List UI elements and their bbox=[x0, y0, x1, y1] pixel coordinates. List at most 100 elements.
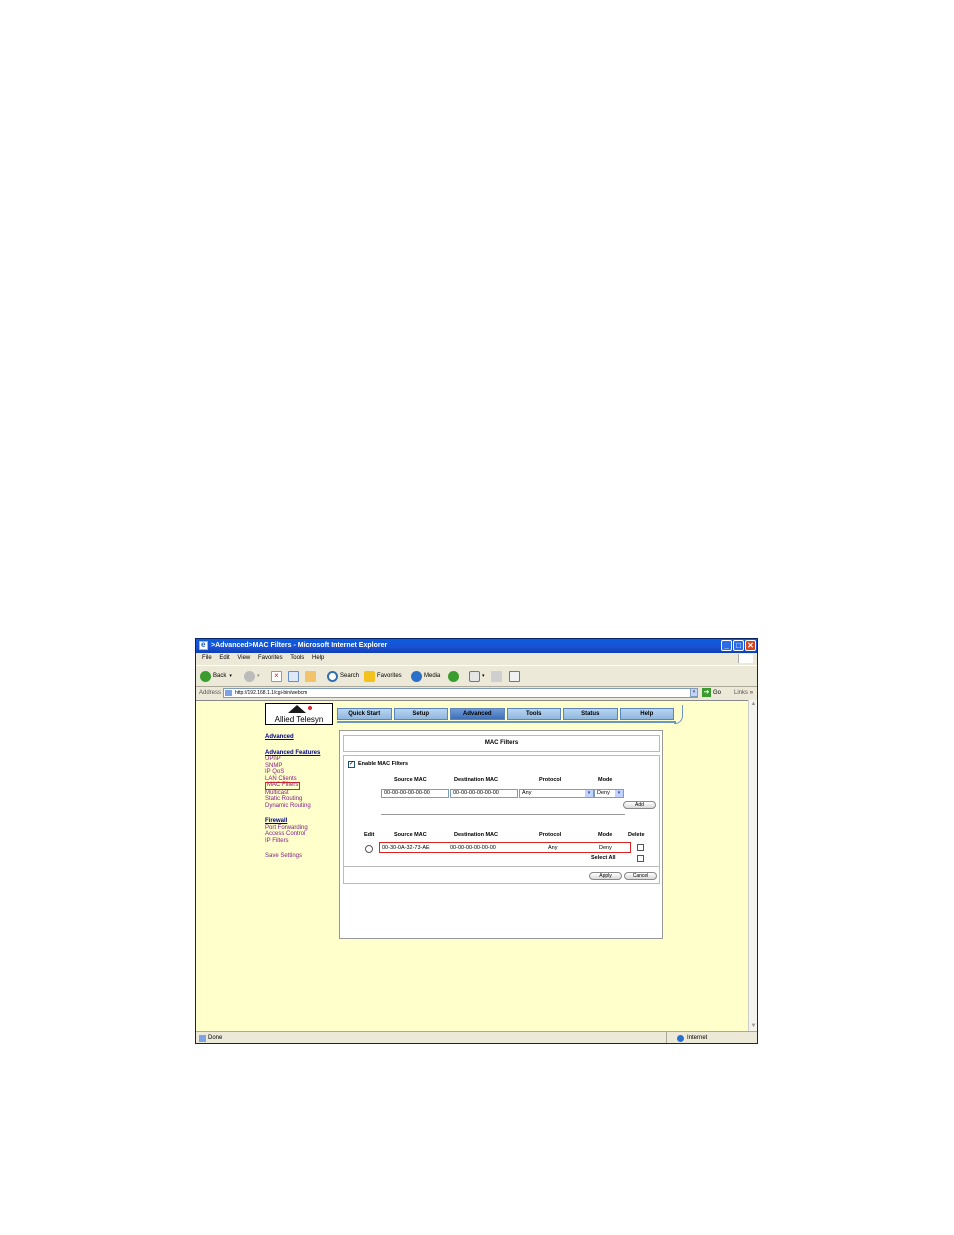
menu-edit[interactable]: Edit bbox=[219, 655, 229, 661]
mail-dropdown-icon[interactable]: ▾ bbox=[482, 669, 485, 683]
delete-row-checkbox[interactable] bbox=[637, 844, 644, 851]
select-all-checkbox[interactable] bbox=[637, 855, 644, 862]
table-header-edit: Edit bbox=[364, 832, 375, 838]
zone-text: Internet bbox=[687, 1035, 708, 1041]
links-button[interactable]: Links » bbox=[734, 687, 753, 699]
address-url: http://192.168.1.1/cgi-bin/webcm bbox=[235, 690, 308, 696]
go-button[interactable]: ➔ Go bbox=[702, 688, 721, 698]
table-header-delete: Delete bbox=[628, 832, 645, 838]
links-chevron-icon: » bbox=[749, 690, 754, 696]
menu-bar: File Edit View Favorites Tools Help bbox=[196, 653, 757, 664]
back-arrow-icon bbox=[200, 670, 211, 682]
protocol-select-value: Any bbox=[522, 790, 532, 796]
form-header-destination: Destination MAC bbox=[454, 777, 498, 783]
menu-help[interactable]: Help bbox=[312, 655, 324, 661]
nav-tabs: Quick Start Setup Advanced Tools Status … bbox=[337, 708, 676, 723]
panel-body: ✓ Enable MAC Filters Source MAC Destinat… bbox=[343, 755, 660, 884]
destination-mac-input[interactable]: 00-00-00-00-00-00 bbox=[450, 789, 518, 798]
home-icon bbox=[305, 670, 316, 682]
window-title: >Advanced>MAC Filters - Microsoft Intern… bbox=[211, 642, 388, 649]
history-icon bbox=[448, 670, 459, 682]
minimize-button[interactable]: _ bbox=[721, 640, 732, 651]
allied-telesyn-logo: Allied Telesyn bbox=[265, 703, 333, 725]
title-bar: >Advanced>MAC Filters - Microsoft Intern… bbox=[196, 639, 757, 653]
cancel-button[interactable]: Cancel bbox=[624, 872, 657, 880]
stop-button[interactable]: × bbox=[271, 669, 284, 683]
row-mode: Deny bbox=[599, 845, 612, 851]
search-icon bbox=[327, 670, 338, 682]
menu-file[interactable]: File bbox=[202, 655, 212, 661]
tab-advanced[interactable]: Advanced bbox=[450, 708, 505, 720]
scroll-down-icon[interactable]: ▼ bbox=[749, 1022, 757, 1031]
menu-view[interactable]: View bbox=[237, 655, 250, 661]
back-dropdown-icon[interactable]: ▾ bbox=[229, 669, 232, 683]
form-header-protocol: Protocol bbox=[539, 777, 562, 783]
address-dropdown-icon[interactable]: ▾ bbox=[690, 688, 698, 697]
favorites-star-icon bbox=[364, 670, 375, 682]
mail-button[interactable]: ▾ bbox=[469, 669, 485, 683]
panel-title: MAC Filters bbox=[343, 735, 660, 752]
row-source-mac: 00-30-0A-32-73-AE bbox=[382, 845, 430, 851]
add-button[interactable]: Add bbox=[623, 801, 656, 809]
table-header-mode: Mode bbox=[598, 832, 613, 838]
sidebar-item-save-settings[interactable]: Save Settings bbox=[265, 853, 320, 860]
forward-arrow-icon bbox=[244, 670, 255, 682]
maximize-button[interactable]: □ bbox=[733, 640, 744, 651]
media-button[interactable]: Media bbox=[411, 669, 440, 683]
nav-decoration bbox=[674, 705, 683, 724]
mac-filters-panel: MAC Filters ✓ Enable MAC Filters Source … bbox=[339, 730, 663, 939]
source-mac-input[interactable]: 00-00-00-00-00-00 bbox=[381, 789, 449, 798]
row-protocol: Any bbox=[548, 845, 558, 851]
mail-icon bbox=[469, 670, 480, 682]
tab-help[interactable]: Help bbox=[619, 708, 674, 720]
print-icon bbox=[491, 670, 502, 682]
tab-quick-start[interactable]: Quick Start bbox=[337, 708, 392, 720]
forward-dropdown-icon[interactable]: ▾ bbox=[257, 669, 260, 683]
close-button[interactable]: ✕ bbox=[745, 640, 756, 651]
refresh-button[interactable] bbox=[288, 669, 301, 683]
home-button[interactable] bbox=[305, 669, 318, 683]
page-done-icon bbox=[199, 1035, 206, 1042]
print-button[interactable] bbox=[491, 669, 504, 683]
status-text: Done bbox=[208, 1035, 223, 1041]
logo-dot-icon bbox=[308, 706, 312, 710]
scroll-up-icon[interactable]: ▲ bbox=[749, 700, 757, 709]
edit-row-radio[interactable] bbox=[365, 845, 373, 853]
vertical-scrollbar[interactable]: ▲ ▼ bbox=[748, 700, 757, 1031]
apply-button[interactable]: Apply bbox=[589, 872, 622, 880]
edit-page-button[interactable] bbox=[509, 669, 522, 683]
logo-mark-icon bbox=[288, 705, 306, 713]
refresh-icon bbox=[288, 670, 299, 682]
tab-status[interactable]: Status bbox=[563, 708, 618, 720]
tab-setup[interactable]: Setup bbox=[393, 708, 448, 720]
media-icon bbox=[411, 670, 422, 682]
menu-favorites[interactable]: Favorites bbox=[258, 655, 283, 661]
tab-tools[interactable]: Tools bbox=[506, 708, 561, 720]
form-header-source: Source MAC bbox=[394, 777, 427, 783]
history-button[interactable] bbox=[448, 669, 461, 683]
table-divider bbox=[344, 866, 659, 867]
table-header-destination: Destination MAC bbox=[454, 832, 498, 838]
menu-tools[interactable]: Tools bbox=[290, 655, 304, 661]
sidebar: Advanced Advanced Features UPnP SNMP IP … bbox=[265, 734, 320, 860]
logo-text: Allied Telesyn bbox=[274, 715, 324, 724]
toolbar: Back ▾ ▾ × Search Favorites Media ▾ bbox=[196, 665, 757, 687]
enable-mac-filters-label: Enable MAC Filters bbox=[358, 761, 409, 767]
protocol-dropdown-icon: ▾ bbox=[585, 790, 593, 797]
enable-mac-filters-checkbox[interactable]: ✓ bbox=[348, 761, 355, 768]
stop-icon: × bbox=[271, 670, 282, 682]
back-button[interactable]: Back ▾ bbox=[200, 669, 232, 683]
form-divider bbox=[381, 814, 625, 815]
row-destination-mac: 00-00-00-00-00-00 bbox=[450, 845, 496, 851]
search-button[interactable]: Search bbox=[327, 669, 359, 683]
internet-globe-icon bbox=[677, 1035, 684, 1042]
mode-select[interactable]: Deny ▾ bbox=[594, 789, 624, 798]
page-icon bbox=[225, 690, 232, 696]
favorites-button[interactable]: Favorites bbox=[364, 669, 402, 683]
mode-dropdown-icon: ▾ bbox=[615, 790, 623, 797]
address-input[interactable]: http://192.168.1.1/cgi-bin/webcm bbox=[223, 688, 698, 698]
forward-button[interactable]: ▾ bbox=[244, 669, 260, 683]
protocol-select[interactable]: Any ▾ bbox=[519, 789, 594, 798]
sidebar-item-mac-filters[interactable]: MAC Filters bbox=[265, 782, 301, 790]
browser-window: >Advanced>MAC Filters - Microsoft Intern… bbox=[195, 638, 758, 1044]
